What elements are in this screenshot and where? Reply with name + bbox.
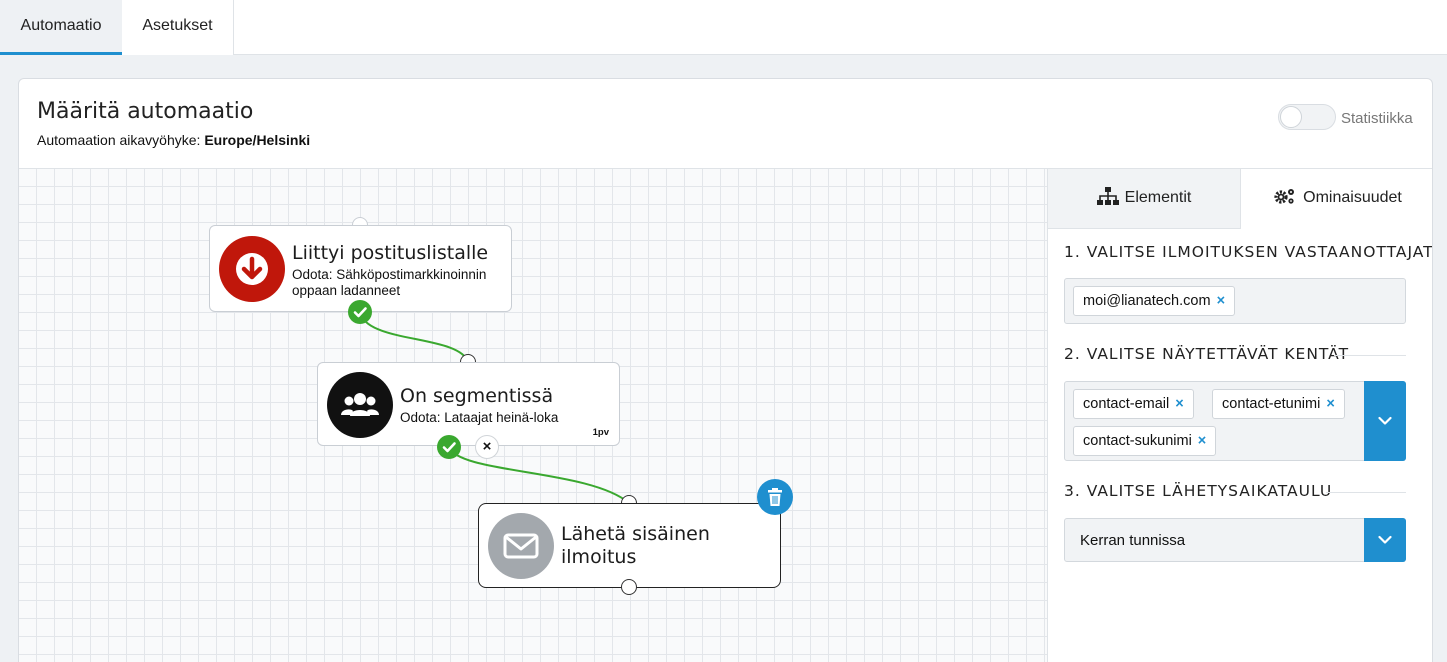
section-fields-divider (1334, 355, 1406, 356)
node-segment-yes-check-icon[interactable] (437, 435, 461, 459)
node-segment-delay-badge: 1pv (592, 427, 609, 438)
top-tabbar: Automaatio Asetukset (0, 0, 1447, 55)
tab-elements-label: Elementit (1124, 189, 1192, 206)
recipient-chip: moi@lianatech.com × (1073, 286, 1236, 316)
node-segment[interactable]: On segmentissä Odota: Lataajat heinä-lok… (317, 362, 620, 446)
remove-chip-icon[interactable]: × (1198, 433, 1206, 449)
node-joined-subtitle-line2: oppaan ladanneet (292, 283, 401, 298)
section-fields-heading: 2. VALITSE NÄYTETTÄVÄT KENTÄT (1064, 345, 1350, 363)
connector-segment-to-notify (448, 446, 630, 504)
arrow-down-circle-icon (219, 236, 285, 302)
users-icon (327, 372, 393, 438)
field-chip-label: contact-email (1083, 396, 1170, 412)
remove-chip-icon[interactable]: × (1326, 396, 1334, 412)
statistics-label: Statistiikka (1341, 110, 1413, 127)
fields-dropdown-toggle[interactable] (1364, 381, 1406, 461)
remove-chip-icon[interactable]: × (1175, 396, 1183, 412)
schedule-select-value: Kerran tunnissa (1080, 532, 1186, 549)
page-title: Määritä automaatio (37, 99, 254, 124)
sitemap-icon (1096, 187, 1119, 205)
tab-settings[interactable]: Asetukset (122, 0, 234, 55)
chevron-down-icon (1378, 416, 1392, 425)
tab-properties[interactable]: Ominaisuudet (1241, 169, 1432, 229)
envelope-icon (488, 513, 554, 579)
tab-properties-label: Ominaisuudet (1303, 189, 1402, 206)
node-send-notification[interactable]: Lähetä sisäinen ilmoitus (478, 503, 781, 588)
field-chip: contact-etunimi × (1212, 389, 1345, 419)
timezone-label: Automaation aikavyöhyke: (37, 132, 201, 148)
delete-node-trash-icon[interactable] (757, 479, 793, 515)
tab-elements[interactable]: Elementit (1048, 169, 1241, 229)
statistics-toggle[interactable] (1278, 104, 1336, 130)
section-schedule-divider (1326, 492, 1406, 493)
properties-panel: Elementit Ominaisuudet 1. VALITSE ILMOIT… (1048, 169, 1433, 662)
chevron-down-icon (1378, 535, 1392, 544)
node-joined-title: Liittyi postituslistalle (292, 242, 489, 264)
gears-icon (1274, 189, 1295, 204)
field-chip: contact-sukunimi × (1073, 426, 1217, 456)
node-notify-title-line1: Lähetä sisäinen (561, 523, 710, 545)
field-chip: contact-email × (1073, 389, 1194, 419)
section-recipients-heading: 1. VALITSE ILMOITUKSEN VASTAANOTTAJAT (1064, 243, 1433, 261)
tab-automation[interactable]: Automaatio (0, 0, 122, 55)
fields-multiselect[interactable]: contact-email × contact-etunimi × contact-… (1064, 381, 1406, 461)
field-chip-label: contact-sukunimi (1083, 433, 1192, 449)
node-segment-no-close-icon[interactable]: × (475, 435, 499, 459)
node-notify-output-port[interactable] (621, 579, 637, 595)
section-schedule-heading: 3. VALITSE LÄHETYSAIKATAULU (1064, 482, 1333, 500)
timezone-value: Europe/Helsinki (204, 132, 311, 148)
timezone-info: Automaation aikavyöhyke: Europe/Helsinki (37, 132, 310, 148)
node-segment-title: On segmentissä (400, 385, 554, 407)
node-joined-subtitle: Odota: Sähköpostimarkkinoinnin oppaan la… (292, 267, 486, 299)
recipient-chip-label: moi@lianatech.com (1083, 293, 1211, 309)
node-segment-subtitle: Odota: Lataajat heinä-loka (400, 410, 559, 425)
node-notify-title-line2: ilmoitus (561, 546, 637, 568)
field-chip-label: contact-etunimi (1222, 396, 1321, 412)
card-header: Määritä automaatio Automaation aikavyöhy… (19, 79, 1432, 169)
node-joined-subtitle-line1: Odota: Sähköpostimarkkinoinnin (292, 267, 487, 282)
connector-joined-to-segment (359, 310, 469, 363)
node-notify-title: Lähetä sisäinen ilmoitus (561, 523, 710, 569)
node-joined-yes-check-icon[interactable] (348, 300, 372, 324)
flow-canvas[interactable]: Liittyi postituslistalle Odota: Sähköpos… (19, 169, 1048, 662)
recipients-input[interactable]: moi@lianatech.com × (1064, 278, 1406, 324)
schedule-dropdown-toggle[interactable] (1364, 518, 1406, 562)
node-joined-list[interactable]: Liittyi postituslistalle Odota: Sähköpos… (209, 225, 512, 312)
automation-card: Määritä automaatio Automaation aikavyöhy… (18, 78, 1433, 662)
toggle-knob (1280, 106, 1302, 128)
schedule-select[interactable]: Kerran tunnissa (1064, 518, 1406, 562)
remove-chip-icon[interactable]: × (1217, 293, 1225, 309)
